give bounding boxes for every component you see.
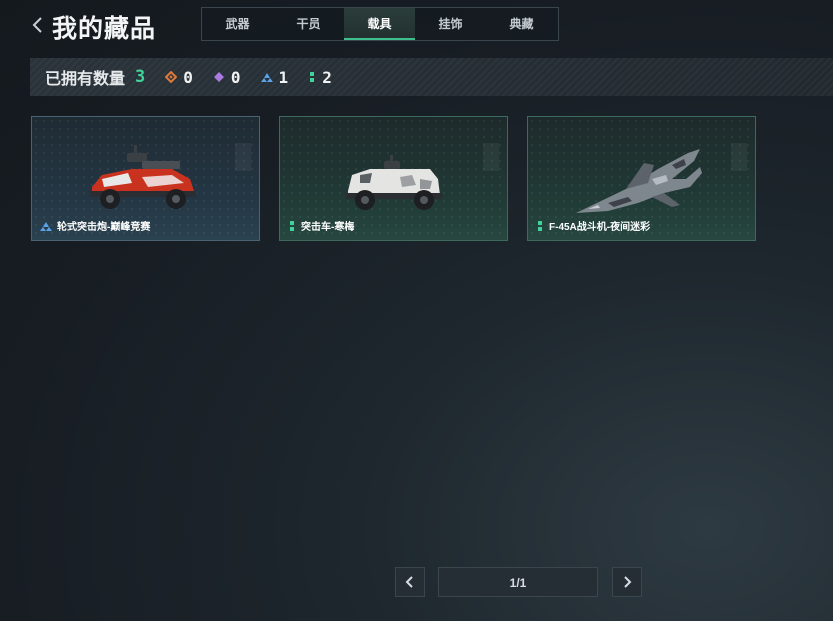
rarity-count-value: 0 (183, 67, 193, 87)
next-page-button[interactable] (612, 567, 642, 597)
tab-vehicles[interactable]: 载具 (344, 8, 415, 40)
chevron-right-icon (624, 576, 632, 588)
collection-card[interactable]: 轮式突击炮-巅峰竞赛 (31, 116, 260, 241)
category-tabs: 武器 干员 载具 挂饰 典藏 (201, 7, 559, 41)
chevron-left-icon (32, 17, 42, 33)
rarity-count-green: 2 (308, 68, 332, 87)
rarity-count-value: 1 (278, 67, 289, 87)
rarity-count-value: 2 (322, 67, 332, 87)
card-decoration (483, 143, 499, 171)
green-dots-icon (538, 220, 542, 231)
chevron-left-icon (405, 576, 413, 588)
camo-fighter-jet-icon (576, 149, 702, 213)
tab-operators[interactable]: 干员 (273, 8, 344, 40)
rarity-count-purple: 0 (213, 68, 241, 87)
card-name-label: 突击车-寒梅 (301, 222, 355, 233)
card-name-label: 轮式突击炮-巅峰竞赛 (57, 222, 151, 233)
blue-triangle-icon (40, 221, 52, 231)
red-armored-vehicle-icon (90, 145, 196, 209)
purple-diamond-icon (213, 72, 224, 82)
prev-page-button[interactable] (395, 567, 425, 597)
orange-diamond-icon (165, 71, 178, 83)
white-camo-vehicle-icon (346, 155, 442, 210)
green-dots-icon (310, 72, 315, 82)
page-title: 我的藏品 (52, 15, 157, 43)
rarity-count-blue: 1 (260, 67, 289, 87)
card-decoration (235, 143, 251, 171)
rarity-count-value: 0 (230, 67, 241, 87)
card-name: 轮式突击炮-巅峰竞赛 (40, 218, 150, 233)
tab-charms[interactable]: 挂饰 (415, 8, 486, 40)
back-button[interactable] (30, 14, 46, 36)
owned-stats-bar: 已拥有数量 3 0 0 1 2 (30, 58, 833, 96)
owned-count-total: 3 (135, 67, 146, 87)
green-dots-icon (290, 220, 294, 231)
collection-card[interactable]: 突击车-寒梅 (279, 116, 508, 241)
tab-weapons[interactable]: 武器 (202, 8, 273, 40)
card-name: F-45A战斗机-夜间迷彩 (536, 218, 650, 233)
card-decoration (731, 143, 747, 171)
owned-count-label: 已拥有数量 (45, 71, 126, 88)
card-name-label: F-45A战斗机-夜间迷彩 (549, 222, 651, 233)
rarity-count-orange: 0 (165, 68, 193, 87)
card-name: 突击车-寒梅 (288, 218, 354, 233)
tab-collections[interactable]: 典藏 (486, 8, 557, 40)
page-indicator: 1/1 (438, 567, 598, 597)
collection-card[interactable]: F-45A战斗机-夜间迷彩 (527, 116, 756, 241)
blue-triangle-icon (260, 73, 273, 82)
